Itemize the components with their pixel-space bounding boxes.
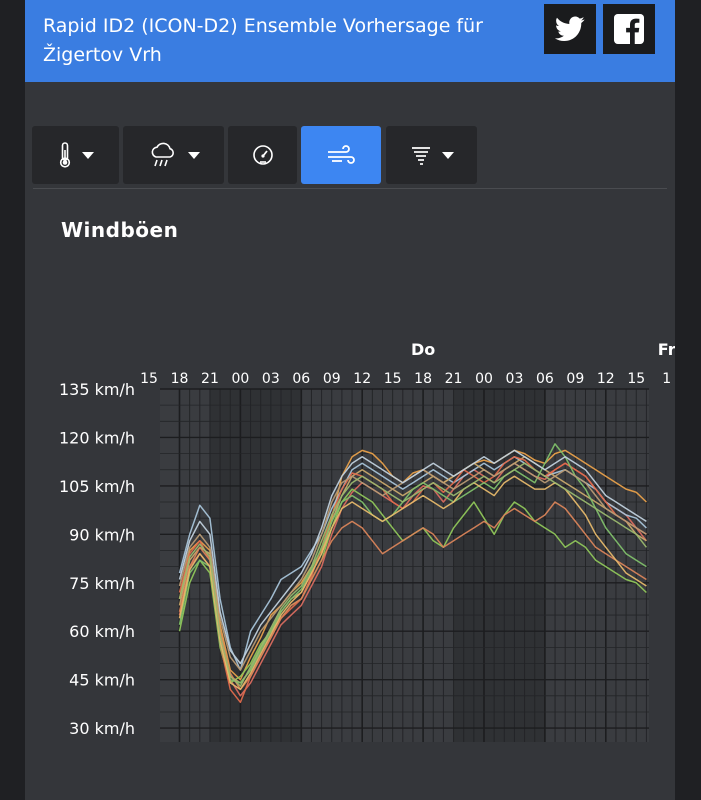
toolbar-divider (33, 188, 667, 189)
facebook-icon (614, 14, 644, 44)
wind-button[interactable] (301, 126, 381, 184)
chevron-down-icon (441, 151, 454, 159)
thermometer-icon (59, 142, 70, 168)
x-tick-label: 21 (445, 371, 463, 387)
wind-icon (328, 145, 355, 164)
x-tick-label: 21 (201, 371, 219, 387)
x-tick-label: 1 (662, 371, 671, 387)
tornado-icon (411, 147, 430, 165)
temperature-dropdown-button[interactable] (32, 126, 119, 184)
x-tick-label: 18 (414, 371, 432, 387)
twitter-icon (555, 16, 585, 41)
precipitation-dropdown-button[interactable] (123, 126, 224, 184)
y-tick-label: 135 km/h (59, 380, 135, 399)
night-band (453, 389, 545, 742)
chevron-down-icon (187, 151, 200, 159)
y-tick-label: 30 km/h (69, 719, 135, 738)
left-margin (0, 0, 25, 800)
x-tick-label: 18 (171, 371, 189, 387)
pressure-gauge-icon (252, 145, 273, 165)
x-tick-label: 12 (597, 371, 615, 387)
severe-weather-dropdown-button[interactable] (386, 126, 477, 184)
facebook-share-button[interactable] (603, 4, 655, 54)
x-tick-label: 00 (231, 371, 249, 387)
page-title: Rapid ID2 (ICON-D2) Ensemble Vorhersage … (43, 15, 483, 66)
day-label: Do (411, 340, 435, 359)
rain-cloud-icon (151, 142, 174, 167)
wind-gust-chart: 135 km/h 120 km/h 105 km/h 90 km/h 75 km/h 60… (59, 340, 675, 742)
day-label: Fr (658, 340, 675, 359)
right-margin (675, 0, 701, 800)
x-tick-label: 00 (475, 371, 493, 387)
page-header: Rapid ID2 (ICON-D2) Ensemble Vorhersage … (25, 0, 675, 82)
y-tick-label: 105 km/h (59, 477, 135, 496)
y-tick-label: 75 km/h (69, 574, 135, 593)
x-tick-label: 12 (353, 371, 371, 387)
x-tick-label: 09 (566, 371, 584, 387)
x-tick-label: 06 (292, 371, 310, 387)
y-tick-label: 60 km/h (69, 622, 135, 641)
x-tick-label: 06 (536, 371, 554, 387)
y-tick-label: 45 km/h (69, 671, 135, 690)
x-tick-label: 03 (262, 371, 280, 387)
y-tick-label: 90 km/h (69, 525, 135, 544)
x-tick-label: 15 (384, 371, 402, 387)
x-tick-label: 09 (323, 371, 341, 387)
x-tick-label: 15 (140, 371, 158, 387)
pressure-button[interactable] (228, 126, 297, 184)
x-tick-label: 03 (506, 371, 524, 387)
night-band (209, 389, 302, 742)
chart-title: Windböen (61, 218, 179, 242)
twitter-share-button[interactable] (544, 4, 596, 54)
y-tick-label: 120 km/h (59, 428, 135, 447)
x-tick-label: 15 (627, 371, 645, 387)
chevron-down-icon (81, 151, 94, 159)
forecast-card: Windböen 135 km/h 120 km/h 105 km/h 90 km/h… (25, 82, 675, 800)
